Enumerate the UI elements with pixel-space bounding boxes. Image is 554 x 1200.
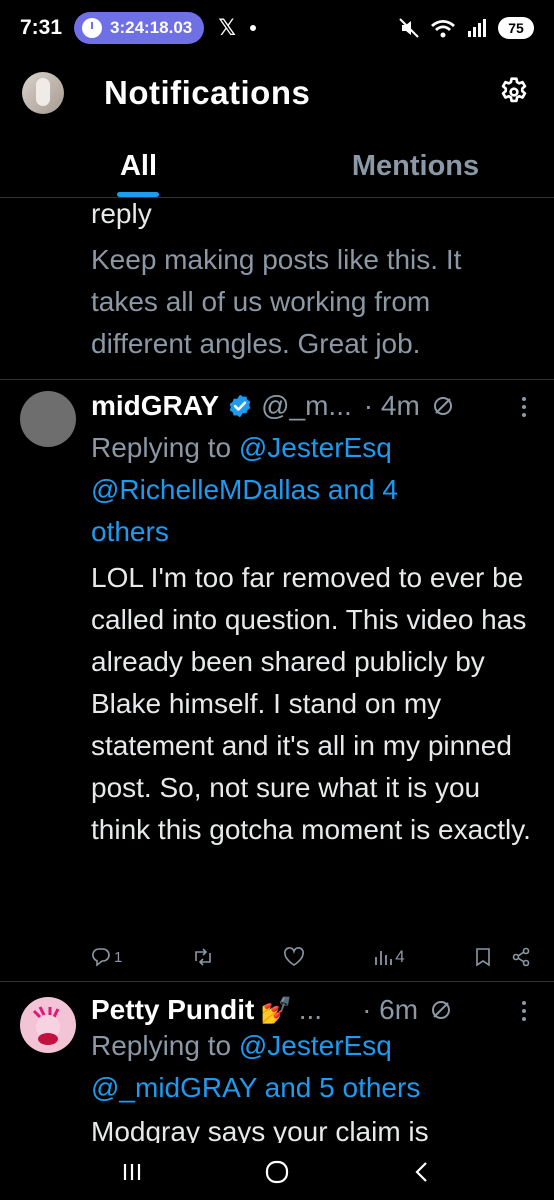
tab-mentions-label: Mentions — [351, 150, 480, 182]
gear-icon — [501, 77, 527, 103]
settings-button[interactable] — [494, 72, 534, 112]
more-options-icon[interactable] — [512, 391, 536, 423]
more-options-icon[interactable] — [512, 995, 536, 1027]
like-button[interactable] — [283, 947, 305, 967]
tab-all[interactable]: All — [0, 138, 277, 197]
home-button[interactable] — [257, 1152, 297, 1192]
edited-icon — [432, 1001, 451, 1019]
post-petty-pundit[interactable]: Petty Pundit 💅 ... · 6m Replying to @Jes… — [0, 989, 554, 1143]
repost-button[interactable] — [192, 947, 214, 967]
author-name[interactable]: Petty Pundit — [91, 994, 254, 1026]
mention-link[interactable]: @_midGRAY and 5 others — [91, 1072, 420, 1103]
replying-to: Replying to @JesterEsq @RichelleMDallas … — [91, 427, 531, 553]
repost-icon — [194, 948, 211, 966]
post-header: midGRAY @_m... · 4m — [91, 385, 531, 427]
mention-link[interactable]: others — [91, 516, 169, 547]
recent-apps-icon — [124, 1163, 141, 1180]
screen-recording-timer[interactable]: 3:24:18.03 — [74, 12, 205, 44]
status-bar: 7:31 3:24:18.03 𝕏 75 — [0, 0, 554, 56]
post-time: · 6m — [362, 994, 419, 1025]
mute-icon — [399, 18, 419, 38]
author-handle[interactable]: ... — [299, 994, 322, 1026]
heart-icon — [283, 947, 304, 966]
bookmark-icon[interactable] — [474, 947, 492, 967]
post-body: LOL I'm too far removed to ever be calle… — [91, 562, 531, 845]
notification-feed[interactable]: reply Keep making posts like this. It ta… — [0, 199, 554, 1143]
battery-icon: 75 — [498, 17, 534, 39]
post-actions: 1 4 — [91, 937, 531, 977]
recent-apps-button[interactable] — [112, 1152, 152, 1192]
cartoon-avatar-icon — [32, 1006, 60, 1045]
post-time: · 4m — [363, 390, 420, 421]
mention-link[interactable]: @JesterEsq — [239, 1030, 392, 1061]
feed-divider — [0, 379, 554, 380]
avatar[interactable] — [20, 997, 76, 1053]
previous-post-body: Keep making posts like this. It takes al… — [91, 244, 462, 359]
previous-post-reply-word: reply — [91, 199, 152, 229]
verified-badge-icon — [229, 394, 251, 418]
replying-to: Replying to @JesterEsq @_midGRAY and 5 o… — [91, 1025, 531, 1109]
share-actions — [474, 947, 531, 967]
x-app-icon: 𝕏 — [218, 15, 236, 40]
views-button[interactable]: 4 — [374, 947, 405, 967]
mention-link[interactable]: @RichelleMDallas and 4 — [91, 474, 398, 505]
edited-icon — [433, 397, 452, 415]
reply-count: 1 — [114, 948, 123, 966]
nail-polish-emoji: 💅 — [260, 994, 293, 1025]
wifi-icon — [431, 20, 455, 38]
tab-all-label: All — [119, 150, 158, 182]
tab-mentions[interactable]: Mentions — [277, 138, 554, 197]
active-tab-indicator — [117, 192, 159, 197]
feed-divider — [0, 981, 554, 982]
author-handle[interactable]: @_m... — [261, 390, 352, 422]
replying-prefix: Replying to — [91, 1030, 239, 1061]
avatar[interactable] — [20, 391, 76, 447]
post-midgray[interactable]: midGRAY @_m... · 4m Replying to @JesterE… — [0, 385, 554, 973]
notification-dot-icon — [250, 25, 256, 31]
view-count: 4 — [395, 947, 405, 966]
back-button[interactable] — [402, 1152, 442, 1192]
status-time: 7:31 — [20, 16, 63, 39]
replying-prefix: Replying to — [91, 432, 239, 463]
profile-avatar[interactable] — [22, 72, 64, 114]
timer-value: 3:24:18.03 — [110, 18, 193, 37]
reply-button[interactable]: 1 — [91, 947, 122, 967]
signal-icon — [468, 19, 486, 37]
page-title: Notifications — [104, 74, 311, 111]
header: Notifications — [0, 56, 554, 132]
system-nav-bar — [0, 1143, 554, 1200]
reply-icon — [92, 948, 110, 967]
share-icon[interactable] — [511, 947, 531, 967]
home-circle-icon — [265, 1160, 289, 1183]
mention-link[interactable]: @JesterEsq — [239, 432, 392, 463]
author-name[interactable]: midGRAY — [91, 390, 219, 422]
views-chart-icon — [375, 951, 393, 965]
stopwatch-icon — [82, 18, 103, 38]
post-body: Modgray says your claim is — [91, 1116, 429, 1143]
notification-tabs: All Mentions — [0, 138, 554, 198]
back-chevron-icon — [415, 1161, 427, 1182]
